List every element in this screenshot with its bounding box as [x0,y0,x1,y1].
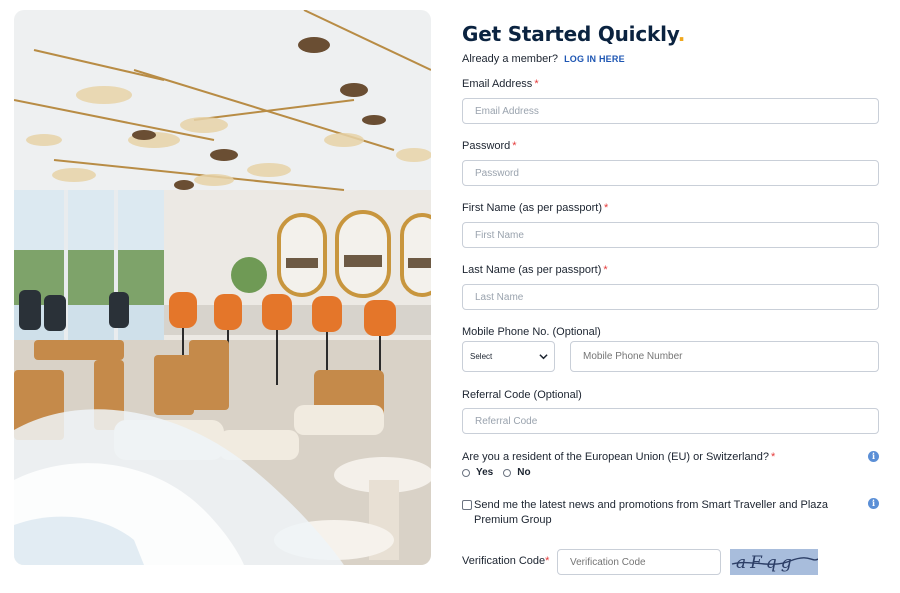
verification-label-text: Verification Code [462,555,546,567]
password-field[interactable] [462,160,879,186]
last-name-label: Last Name (as per passport) * [462,264,608,276]
lounge-illustration [14,10,431,565]
required-mark: * [603,202,609,214]
required-mark: * [545,555,550,567]
required-mark: * [770,451,776,463]
required-mark: * [534,78,539,90]
resident-options: Yes No [462,467,541,478]
email-label-text: Email Address [462,78,533,90]
login-link[interactable]: LOG IN HERE [564,54,625,64]
captcha-graphic: aFqg [731,553,818,573]
info-icon[interactable]: i [868,451,879,462]
verification-code-field[interactable] [557,549,721,575]
last-name-label-text: Last Name (as per passport) [462,264,602,276]
mobile-phone-field[interactable] [570,341,879,372]
title-text: Get Started Quickly [462,22,678,46]
hero-image [14,10,431,565]
radio-no-label: No [517,467,531,478]
country-code-value: Select [470,352,493,361]
referral-code-field[interactable] [462,408,879,434]
first-name-label-text: First Name (as per passport) [462,202,602,214]
member-prompt: Already a member? LOG IN HERE [462,53,625,65]
required-mark: * [512,140,517,152]
resident-yes-option[interactable]: Yes [462,467,493,478]
required-mark: * [603,264,608,276]
news-checkbox[interactable] [462,500,472,510]
resident-question-text: Are you a resident of the European Union… [462,451,769,463]
radio-yes[interactable] [462,468,470,477]
info-icon[interactable]: i [868,498,879,509]
captcha-image: aFqg [730,549,818,575]
title-accent-dot: . [677,22,686,46]
password-label: Password * [462,140,517,152]
resident-no-option[interactable]: No [503,467,531,478]
verification-label: Verification Code* [462,555,549,567]
already-member-text: Already a member? [462,53,558,65]
email-label: Email Address * [462,78,539,90]
mobile-label: Mobile Phone No. (Optional) [462,326,601,338]
first-name-label: First Name (as per passport) * [462,202,608,214]
first-name-field[interactable] [462,222,879,248]
news-consent-text: Send me the latest news and promotions f… [474,499,829,526]
last-name-field[interactable] [462,284,879,310]
country-code-select[interactable]: Select [462,341,555,372]
chevron-down-icon [539,354,548,360]
page-title: Get Started Quickly. [462,22,685,46]
referral-label: Referral Code (Optional) [462,389,582,401]
email-field[interactable] [462,98,879,124]
radio-yes-label: Yes [476,467,494,478]
resident-question: Are you a resident of the European Union… [462,451,775,463]
radio-no[interactable] [503,468,512,477]
password-label-text: Password [462,140,511,152]
